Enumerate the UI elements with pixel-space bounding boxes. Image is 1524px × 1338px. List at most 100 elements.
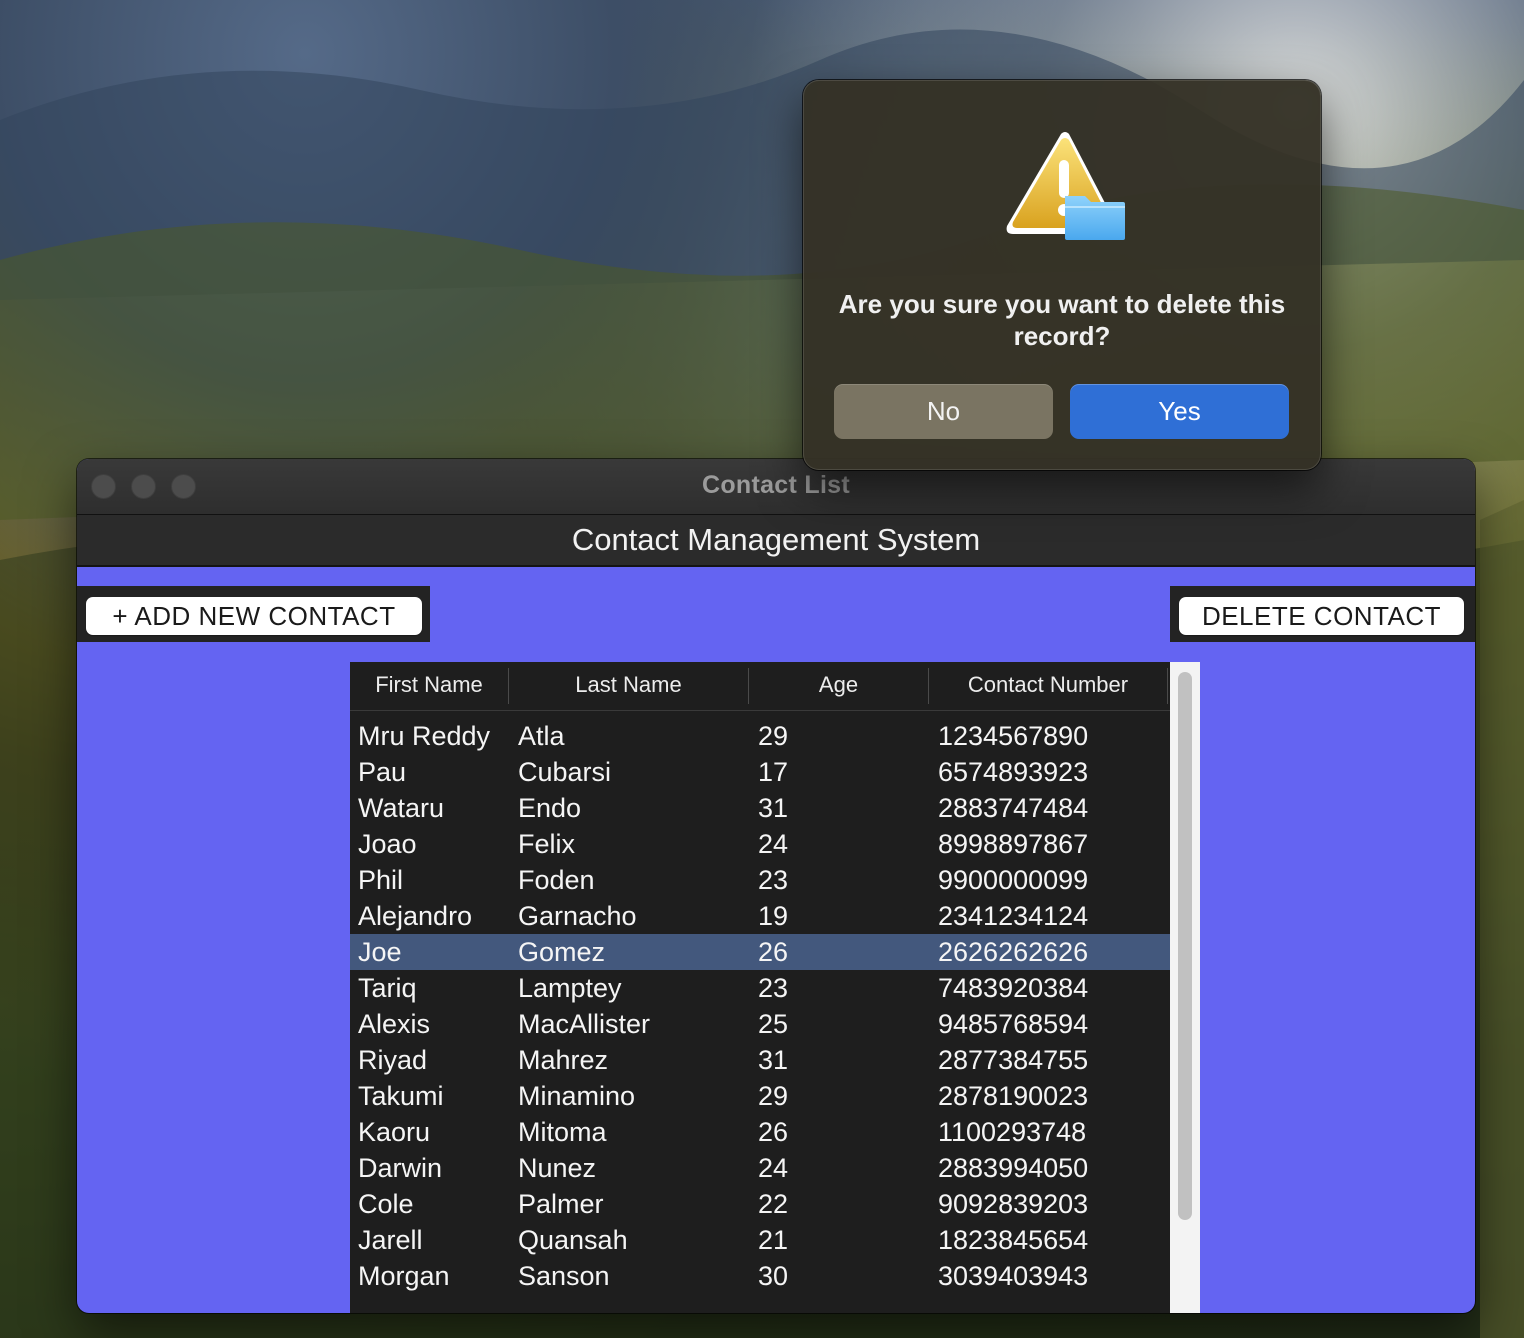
- cell-first-name: Takumi: [358, 1081, 444, 1111]
- cell-contact-number: 9900000099: [938, 865, 1089, 895]
- cell-first-name: Jarell: [358, 1225, 423, 1255]
- table-row[interactable]: Alejandro Garnacho 19 2341234124: [350, 898, 1170, 934]
- column-header-age[interactable]: Age: [749, 662, 928, 708]
- cell-first-name: Kaoru: [358, 1117, 431, 1147]
- table-row[interactable]: Darwin Nunez 24 2883994050: [350, 1150, 1170, 1186]
- cell-age: 30: [758, 1261, 789, 1291]
- cell-age: 21: [758, 1225, 789, 1255]
- cell-contact-number: 1234567890: [938, 721, 1089, 751]
- cell-age: 31: [758, 793, 789, 823]
- cell-first-name: Phil: [358, 865, 404, 895]
- table-row-selected[interactable]: Joe Gomez 26 2626262626: [350, 934, 1170, 970]
- yes-button[interactable]: Yes: [1070, 384, 1289, 439]
- cell-first-name: Mru Reddy: [358, 721, 491, 751]
- cell-contact-number: 2878190023: [938, 1081, 1089, 1111]
- cell-first-name: Alexis: [358, 1009, 431, 1039]
- cell-last-name: Atla: [518, 721, 565, 751]
- table-row[interactable]: Mru Reddy Atla 29 1234567890: [350, 718, 1170, 754]
- cell-first-name: Tariq: [358, 973, 417, 1003]
- cell-age: 17: [758, 757, 789, 787]
- table-scrollbar[interactable]: [1170, 662, 1200, 1313]
- delete-contact-button[interactable]: DELETE CONTACT: [1179, 597, 1464, 635]
- cell-contact-number: 2341234124: [938, 901, 1089, 931]
- app-header-title: Contact Management System: [77, 515, 1475, 567]
- column-header-first-name[interactable]: First Name: [350, 662, 508, 708]
- table-row[interactable]: Morgan Sanson 30 3039403943: [350, 1258, 1170, 1294]
- table-row[interactable]: Alexis MacAllister 25 9485768594: [350, 1006, 1170, 1042]
- cell-last-name: Gomez: [518, 937, 606, 967]
- no-button[interactable]: No: [834, 384, 1053, 439]
- table-row[interactable]: Riyad Mahrez 31 2877384755: [350, 1042, 1170, 1078]
- cell-contact-number: 8998897867: [938, 829, 1089, 859]
- cell-age: 25: [758, 1009, 789, 1039]
- contact-list-window: Contact List Contact Management System +…: [77, 459, 1475, 1313]
- cell-last-name: Sanson: [518, 1261, 610, 1291]
- cell-contact-number: 6574893923: [938, 757, 1089, 787]
- contacts-table[interactable]: First Name Last Name Age Contact Number …: [350, 662, 1170, 1313]
- cell-last-name: Minamino: [518, 1081, 636, 1111]
- cell-last-name: Palmer: [518, 1189, 604, 1219]
- cell-contact-number: 1823845654: [938, 1225, 1089, 1255]
- cell-last-name: Nunez: [518, 1153, 597, 1183]
- cell-first-name: Alejandro: [358, 901, 473, 931]
- cell-first-name: Joao: [358, 829, 417, 859]
- cell-contact-number: 7483920384: [938, 973, 1089, 1003]
- cell-age: 29: [758, 721, 789, 751]
- table-row[interactable]: Wataru Endo 31 2883747484: [350, 790, 1170, 826]
- cell-first-name: Darwin: [358, 1153, 443, 1183]
- cell-first-name: Cole: [358, 1189, 414, 1219]
- column-header-contact-number[interactable]: Contact Number: [929, 662, 1167, 708]
- cell-age: 22: [758, 1189, 789, 1219]
- table-body: Mru Reddy Atla 29 1234567890 Pau Cubarsi 17 657…: [350, 718, 1170, 1294]
- cell-contact-number: 9485768594: [938, 1009, 1089, 1039]
- cell-last-name: Endo: [518, 793, 582, 823]
- column-header-last-name[interactable]: Last Name: [509, 662, 748, 708]
- cell-age: 24: [758, 1153, 789, 1183]
- cell-contact-number: 2883747484: [938, 793, 1089, 823]
- cell-contact-number: 2877384755: [938, 1045, 1089, 1075]
- table-row[interactable]: Cole Palmer 22 9092839203: [350, 1186, 1170, 1222]
- cell-age: 26: [758, 937, 789, 967]
- cell-last-name: Cubarsi: [518, 757, 612, 787]
- cell-age: 23: [758, 865, 789, 895]
- cell-contact-number: 1100293748: [938, 1117, 1087, 1147]
- table-row[interactable]: Kaoru Mitoma 26 1100293748: [350, 1114, 1170, 1150]
- cell-age: 19: [758, 901, 789, 931]
- table-row[interactable]: Takumi Minamino 29 2878190023: [350, 1078, 1170, 1114]
- table-row[interactable]: Joao Felix 24 8998897867: [350, 826, 1170, 862]
- table-row[interactable]: Phil Foden 23 9900000099: [350, 862, 1170, 898]
- window-title: Contact List: [701, 471, 851, 499]
- cell-last-name: MacAllister: [518, 1009, 651, 1039]
- cell-age: 23: [758, 973, 789, 1003]
- cell-last-name: Felix: [518, 829, 576, 859]
- delete-button-frame: DELETE CONTACT: [1170, 586, 1475, 642]
- cell-last-name: Quansah: [518, 1225, 628, 1255]
- cell-contact-number: 2626262626: [938, 937, 1089, 967]
- cell-first-name: Morgan: [358, 1261, 450, 1291]
- column-divider: [1167, 668, 1168, 704]
- delete-confirmation-dialog: Are you sure you want to delete this rec…: [803, 80, 1321, 470]
- scrollbar-thumb[interactable]: [1178, 672, 1192, 1220]
- cell-age: 26: [758, 1117, 789, 1147]
- cell-last-name: Mahrez: [518, 1045, 609, 1075]
- cell-first-name: Wataru: [358, 793, 445, 823]
- cell-last-name: Garnacho: [518, 901, 637, 931]
- table-row[interactable]: Pau Cubarsi 17 6574893923: [350, 754, 1170, 790]
- table-row[interactable]: Jarell Quansah 21 1823845654: [350, 1222, 1170, 1258]
- table-row[interactable]: Tariq Lamptey 23 7483920384: [350, 970, 1170, 1006]
- cell-last-name: Lamptey: [518, 973, 622, 1003]
- cell-contact-number: 3039403943: [938, 1261, 1089, 1291]
- add-new-contact-button[interactable]: + ADD NEW CONTACT: [86, 597, 422, 635]
- cell-age: 31: [758, 1045, 789, 1075]
- add-button-frame: + ADD NEW CONTACT: [77, 586, 430, 642]
- dialog-message: Are you sure you want to delete this rec…: [838, 289, 1286, 351]
- cell-first-name: Joe: [358, 937, 402, 967]
- cell-contact-number: 9092839203: [938, 1189, 1089, 1219]
- table-header: First Name Last Name Age Contact Number: [350, 662, 1170, 711]
- warning-icon: [1006, 132, 1125, 240]
- cell-last-name: Foden: [518, 865, 595, 895]
- cell-contact-number: 2883994050: [938, 1153, 1089, 1183]
- cell-first-name: Pau: [358, 757, 407, 787]
- cell-age: 29: [758, 1081, 789, 1111]
- cell-first-name: Riyad: [358, 1045, 428, 1075]
